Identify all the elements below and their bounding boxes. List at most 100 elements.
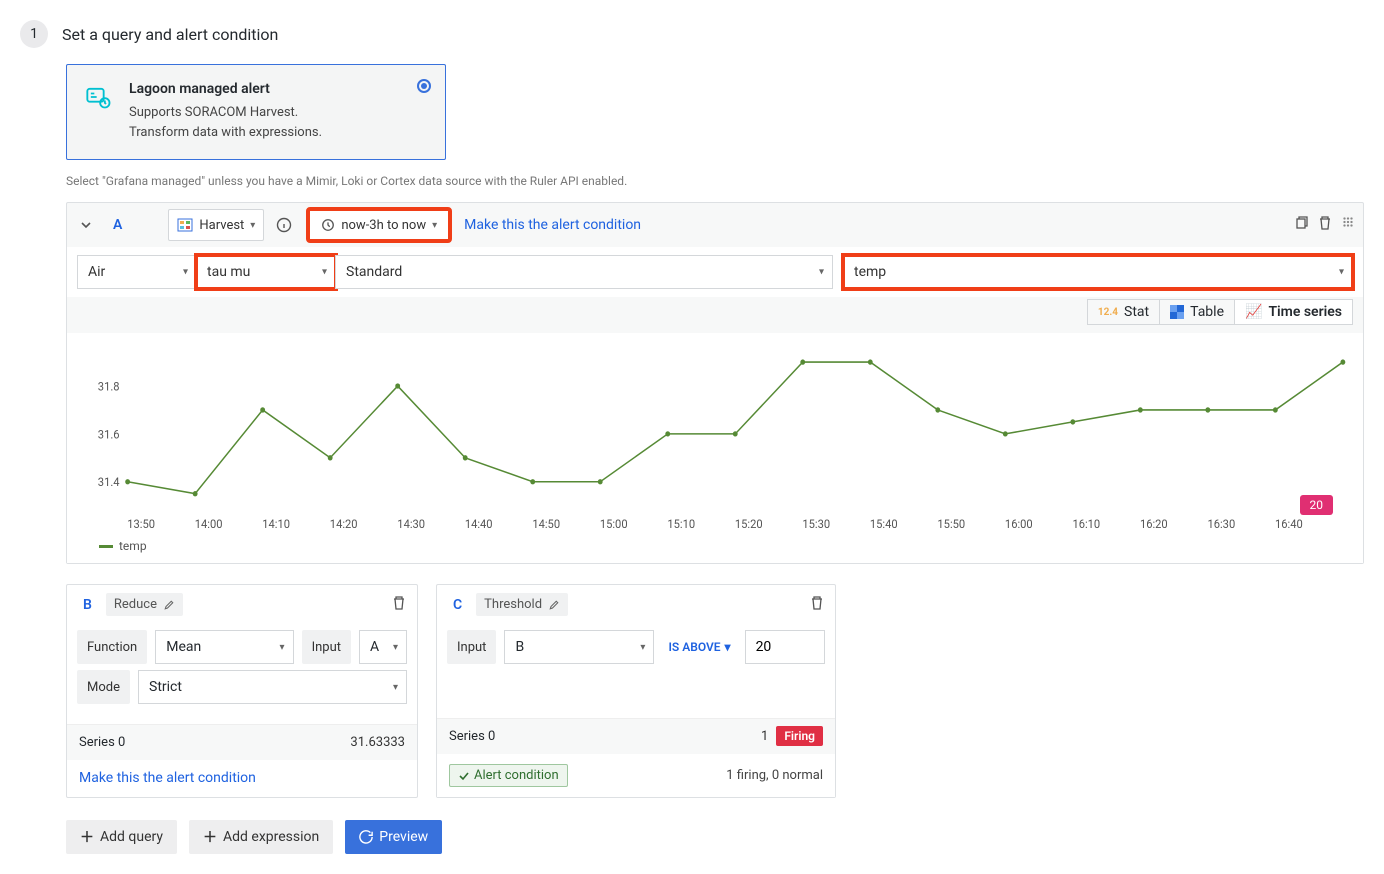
reduce-series-label: Series 0 [79,735,125,750]
viz-tab-table-label: Table [1190,304,1224,320]
legend-label: temp [119,539,147,553]
helper-text: Select "Grafana managed" unless you have… [66,174,1364,188]
svg-text:15:50: 15:50 [937,517,965,532]
make-alert-condition-link[interactable]: Make this the alert condition [464,217,641,233]
query-panel-a: A Harvest ▾ now-3h to now ▾ Make this th… [66,202,1364,564]
alert-card-desc2: Transform data with expressions. [129,123,322,143]
pencil-icon [548,599,560,611]
filter-tau-value: tau mu [207,264,250,280]
svg-text:14:20: 14:20 [330,517,358,532]
collapse-query-icon[interactable] [75,214,97,236]
step-number: 1 [20,20,48,48]
viz-tab-timeseries[interactable]: 📈 Time series [1235,299,1353,325]
svg-text:31.6: 31.6 [98,427,120,442]
svg-text:15:00: 15:00 [600,517,628,532]
svg-text:14:30: 14:30 [397,517,425,532]
lagoon-icon [85,81,115,143]
time-range-label: now-3h to now [341,218,426,233]
reduce-series-value: 31.63333 [350,735,405,750]
svg-text:13:50: 13:50 [127,517,155,532]
annotation-badge: 20 [1300,495,1334,515]
chevron-down-icon: ▾ [250,220,255,231]
clock-icon [321,218,335,232]
threshold-value-input[interactable] [745,630,825,664]
threshold-letter: C [447,594,468,616]
add-query-button[interactable]: ＋Add query [66,820,177,854]
reduce-letter: B [77,594,98,616]
reduce-make-condition-link[interactable]: Make this the alert condition [79,770,256,786]
copy-icon[interactable] [1293,215,1309,235]
alert-type-radio[interactable] [417,79,431,93]
threshold-input-select[interactable]: B▾ [504,630,654,664]
firing-badge: Firing [776,726,823,746]
svg-text:15:20: 15:20 [735,517,763,532]
threshold-series-value: 1 [761,729,768,744]
svg-text:16:00: 16:00 [1005,517,1033,532]
viz-tab-ts-label: Time series [1268,304,1342,320]
mode-select[interactable]: Strict▾ [138,670,407,704]
svg-text:16:40: 16:40 [1275,517,1303,532]
stat-icon: 12.4 [1098,307,1118,318]
svg-text:14:10: 14:10 [262,517,290,532]
datasource-select[interactable]: Harvest ▾ [168,209,264,241]
add-expression-button[interactable]: ＋Add expression [189,820,333,854]
filter-temp-value: temp [854,264,886,280]
svg-text:14:50: 14:50 [532,517,560,532]
trash-icon[interactable] [391,595,407,615]
threshold-series-label: Series 0 [449,729,495,744]
svg-text:16:30: 16:30 [1207,517,1235,532]
timeseries-icon: 📈 [1245,304,1262,320]
viz-tab-table[interactable]: Table [1160,299,1235,325]
mode-label: Mode [77,670,130,704]
reduce-card: B Reduce Function Mean▾ Input A▾ Mode St… [66,584,418,798]
chart-legend: temp [77,539,1353,553]
filter-temp-select[interactable]: temp▾ [843,255,1353,289]
svg-text:14:00: 14:00 [195,517,223,532]
svg-text:15:10: 15:10 [667,517,695,532]
chevron-down-icon: ▾ [432,220,437,231]
svg-text:15:30: 15:30 [802,517,830,532]
preview-button[interactable]: Preview [345,820,442,854]
pencil-icon [163,599,175,611]
threshold-tag[interactable]: Threshold [476,593,568,616]
reduce-input-select[interactable]: A▾ [359,630,407,664]
viz-tab-stat[interactable]: 12.4 Stat [1087,299,1160,325]
alert-card-desc1: Supports SORACOM Harvest. [129,103,322,123]
trash-icon[interactable] [809,595,825,615]
svg-text:14:40: 14:40 [465,517,493,532]
threshold-summary: 1 firing, 0 normal [726,768,823,783]
table-icon [1170,305,1184,319]
filter-air-value: Air [88,264,105,280]
alert-type-card[interactable]: Lagoon managed alert Supports SORACOM Ha… [66,64,446,160]
svg-text:31.8: 31.8 [98,379,120,394]
check-icon [458,770,470,782]
drag-handle-icon[interactable] [1341,215,1355,235]
svg-text:16:10: 16:10 [1072,517,1100,532]
threshold-card: C Threshold Input B▾ IS ABOVE ▾ Series 0… [436,584,836,798]
info-icon[interactable] [272,213,296,237]
datasource-label: Harvest [199,218,244,233]
threshold-input-label: Input [447,630,496,664]
viz-tab-stat-label: Stat [1124,304,1149,320]
timeseries-chart: 31.4 31.6 31.8 13:50 14:00 14:10 14:20 14:30 14:… [77,339,1353,539]
filter-tau-select[interactable]: tau mu▾ [196,255,336,289]
datasource-icon [177,217,193,233]
filter-standard-select[interactable]: Standard▾ [335,255,833,289]
filter-air-select[interactable]: Air▾ [77,255,197,289]
filter-standard-value: Standard [346,264,402,280]
reduce-input-label: Input [302,630,351,664]
reduce-tag[interactable]: Reduce [106,593,183,616]
function-select[interactable]: Mean▾ [155,630,293,664]
threshold-operator[interactable]: IS ABOVE ▾ [662,640,736,654]
query-letter-a: A [105,213,130,237]
svg-text:31.4: 31.4 [98,475,120,490]
function-label: Function [77,630,147,664]
alert-card-title: Lagoon managed alert [129,81,322,97]
svg-text:15:40: 15:40 [870,517,898,532]
alert-condition-chip: Alert condition [449,764,568,787]
trash-icon[interactable] [1317,215,1333,235]
refresh-icon [359,830,373,844]
svg-text:16:20: 16:20 [1140,517,1168,532]
step-title: Set a query and alert condition [62,25,278,44]
time-range-select[interactable]: now-3h to now ▾ [308,209,450,241]
